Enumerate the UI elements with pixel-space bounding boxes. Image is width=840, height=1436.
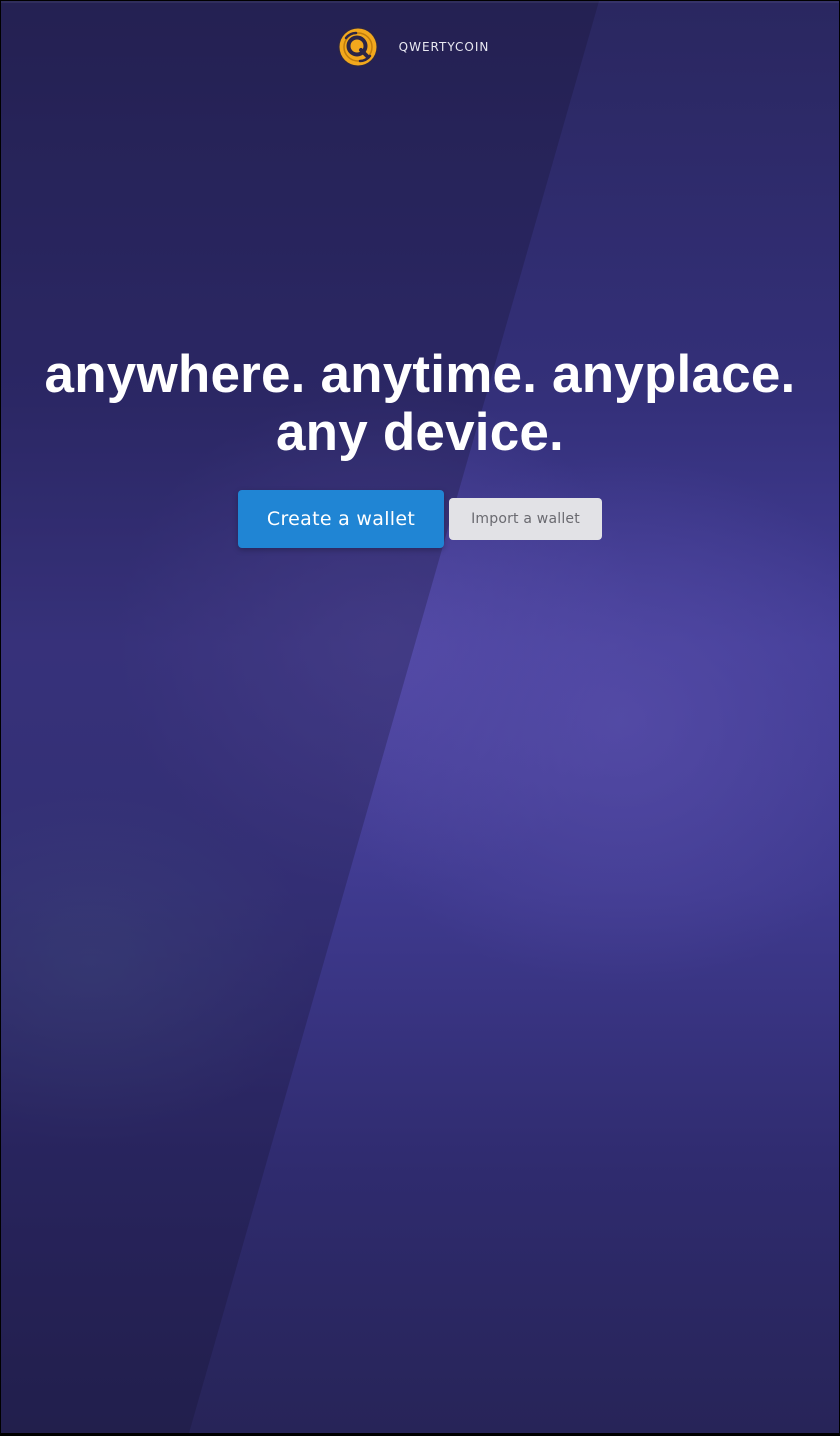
brand-name: QWERTYCOIN [398,40,490,54]
brand-logo[interactable]: QWERTYCOIN [337,26,490,68]
top-border [1,1,839,3]
hero-headline: anywhere. anytime. anyplace. any device. [1,346,839,462]
app-screen: QWERTYCOIN anywhere. anytime. anyplace. … [1,1,839,1433]
headline-line-2: any device. [276,403,564,462]
background-diagonal-shade [1,1,599,1433]
app-header: QWERTYCOIN [1,25,839,69]
qwertycoin-logo-icon [337,27,378,67]
import-wallet-button[interactable]: Import a wallet [449,498,602,540]
hero-section: anywhere. anytime. anyplace. any device. [1,346,839,462]
create-wallet-button[interactable]: Create a wallet [238,490,444,548]
wallet-actions: Create a wallet Import a wallet [1,490,839,548]
headline-line-1: anywhere. anytime. anyplace. [44,345,796,404]
